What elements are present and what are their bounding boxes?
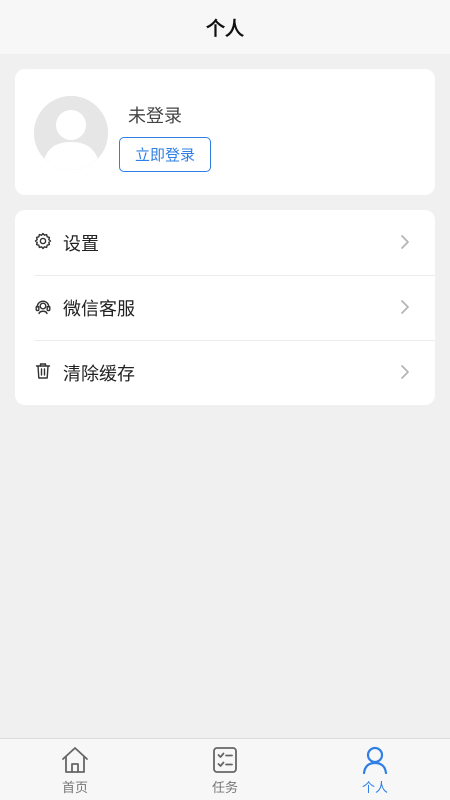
profile-page: 个人 未登录 立即登录 设置 微信客服 清除缓存 首页 任务 个人: [0, 0, 450, 800]
tab-label: 任务: [211, 781, 238, 796]
tab-label: 个人: [361, 781, 388, 796]
tab-bar: 首页 任务 个人: [0, 738, 450, 800]
login-status: 未登录: [128, 106, 182, 127]
tab-task[interactable]: 任务: [150, 739, 300, 800]
header: 个人: [0, 0, 450, 54]
menu-card: 设置 微信客服 清除缓存: [15, 210, 435, 405]
page-title: 个人: [205, 17, 244, 40]
menu-item-clear-cache[interactable]: 清除缓存: [15, 340, 435, 405]
menu-item-settings[interactable]: 设置: [15, 210, 435, 275]
headset-icon: [35, 300, 51, 315]
profile-card: 未登录 立即登录: [15, 69, 435, 195]
chevron-right-icon: [401, 235, 409, 249]
person-icon: [362, 746, 388, 775]
chevron-right-icon: [401, 300, 409, 314]
task-list-icon: [213, 747, 237, 773]
menu-item-wechat-service[interactable]: 微信客服: [15, 275, 435, 340]
default-avatar-icon: [34, 96, 108, 170]
menu-item-label: 清除缓存: [63, 364, 135, 385]
menu-item-label: 设置: [63, 234, 99, 255]
tab-label: 首页: [61, 781, 88, 796]
menu-item-label: 微信客服: [63, 299, 135, 320]
chevron-right-icon: [401, 365, 409, 379]
login-button[interactable]: 立即登录: [119, 137, 211, 172]
gear-icon: [34, 232, 52, 250]
tab-home[interactable]: 首页: [0, 739, 150, 800]
tab-personal[interactable]: 个人: [300, 739, 450, 800]
trash-icon: [35, 363, 51, 379]
home-icon: [62, 747, 88, 773]
avatar[interactable]: [34, 96, 108, 170]
